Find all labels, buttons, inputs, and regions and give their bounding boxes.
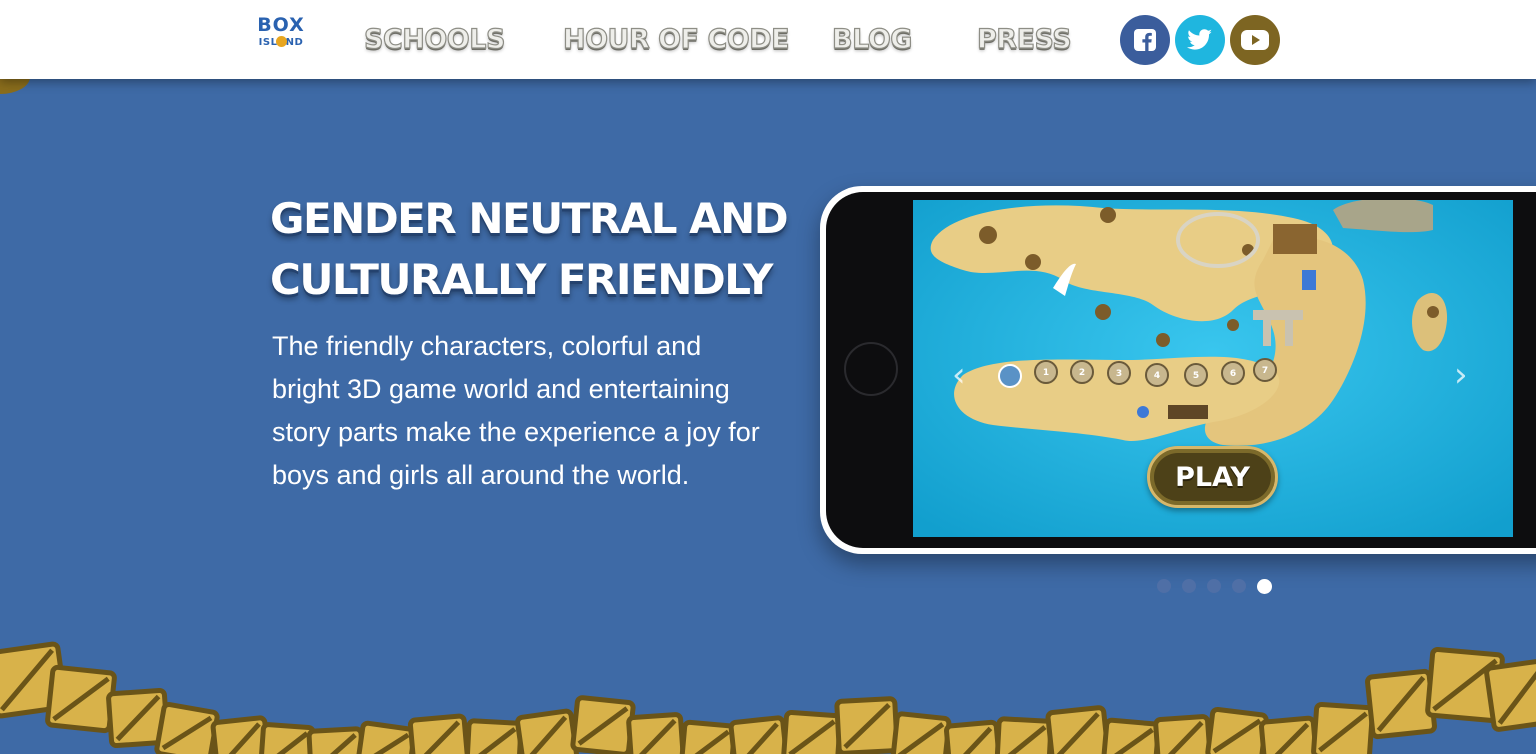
crate-shape (1101, 717, 1161, 754)
facebook-icon (1134, 29, 1156, 51)
crate-shape (407, 713, 471, 754)
level-3-label: 3 (1116, 369, 1122, 379)
carousel-dot-5-active[interactable] (1257, 578, 1272, 594)
twitter-button[interactable] (1175, 15, 1225, 65)
crate-shape (515, 708, 579, 754)
logo-mascot-icon (276, 36, 287, 47)
crate-shape (890, 711, 952, 754)
twitter-icon (1187, 29, 1212, 50)
play-button-label: PLAY (1175, 461, 1250, 493)
hero-headline-line2: CULTURALLY FRIENDLY (270, 255, 773, 304)
carousel-pagination (1157, 578, 1272, 594)
carousel-dot-2[interactable] (1182, 579, 1196, 593)
carousel-prev-arrow[interactable]: ‹ (952, 358, 966, 392)
crate-shape (781, 710, 843, 754)
crate-shape (728, 715, 790, 754)
nav-link-schools[interactable]: SCHOOLS (363, 22, 506, 58)
nav-link-blog[interactable]: BLOG (831, 22, 913, 58)
hero-headline: GENDER NEUTRAL AND CULTURALLY FRIENDLY (270, 188, 789, 310)
phone-home-button (844, 342, 898, 396)
level-7-label: 7 (1262, 366, 1268, 376)
level-2-label: 2 (1079, 368, 1085, 378)
crate-shape (1259, 715, 1319, 754)
crates-border-decoration (0, 641, 1536, 754)
hero-headline-line1: GENDER NEUTRAL AND (270, 194, 789, 243)
crate-shape (626, 712, 686, 754)
crate-shape (1153, 714, 1213, 754)
crate-shape (1045, 705, 1111, 754)
carousel-dot-4[interactable] (1232, 579, 1246, 593)
crate-shape (464, 718, 524, 754)
level-1-label: 1 (1043, 368, 1049, 378)
box-island-logo[interactable]: BOX ISLAND (255, 16, 307, 62)
nav-link-hour-of-code[interactable]: HOUR OF CODE (562, 22, 790, 58)
crate-shape (994, 716, 1054, 754)
logo-line1: BOX (257, 14, 305, 36)
top-navigation-bar: BOX ISLAND SCHOOLS HOUR OF CODE BLOG PRE… (0, 0, 1536, 79)
play-button[interactable]: PLAY (1147, 446, 1278, 508)
level-5-label: 5 (1193, 371, 1199, 381)
youtube-icon (1241, 30, 1269, 50)
carousel-next-arrow[interactable]: › (1454, 358, 1468, 392)
crate-shape (1484, 658, 1536, 732)
carousel-dot-3[interactable] (1207, 579, 1221, 593)
carousel-dot-1[interactable] (1157, 579, 1171, 593)
nav-link-press[interactable]: PRESS (976, 22, 1072, 58)
youtube-button[interactable] (1230, 15, 1280, 65)
hero-description: The friendly characters, colorful and br… (272, 331, 760, 490)
facebook-button[interactable] (1120, 15, 1170, 65)
level-4-label: 4 (1154, 371, 1160, 381)
level-6-label: 6 (1230, 369, 1236, 379)
